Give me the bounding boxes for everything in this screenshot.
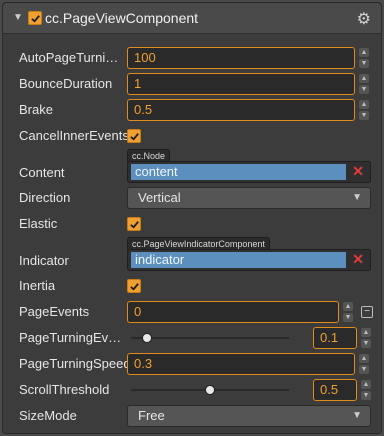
- page-turning-event-timing-input[interactable]: 0.1: [313, 327, 357, 349]
- content-clear-icon[interactable]: ✕: [352, 163, 364, 180]
- scroll-threshold-slider-thumb[interactable]: [205, 385, 215, 395]
- row-brake: Brake 0.5 ▲ ▼: [3, 97, 381, 123]
- row-scroll-threshold: ScrollThreshold 0.5 ▲ ▼: [3, 377, 381, 403]
- stepper-up-icon[interactable]: ▲: [359, 354, 369, 363]
- bounce-duration-label: BounceDuration: [19, 76, 113, 91]
- stepper-up-icon[interactable]: ▲: [359, 48, 369, 57]
- row-auto-page-turning: AutoPageTurnin... 100 ▲ ▼: [3, 45, 381, 71]
- page-events-stepper[interactable]: ▲ ▼: [343, 302, 353, 322]
- brake-stepper[interactable]: ▲ ▼: [359, 100, 369, 120]
- brake-label: Brake: [19, 102, 53, 117]
- chevron-down-icon: ▼: [352, 410, 362, 421]
- checkmark-icon: [30, 14, 40, 23]
- row-direction: Direction Vertical ▼: [3, 185, 381, 211]
- row-indicator: Indicator cc.PageViewIndicatorComponent …: [3, 237, 381, 273]
- row-inertia: Inertia: [3, 273, 381, 299]
- direction-label: Direction: [19, 190, 71, 205]
- bounce-duration-input[interactable]: 1: [127, 73, 355, 95]
- auto-page-turning-stepper[interactable]: ▲ ▼: [359, 48, 369, 68]
- scroll-threshold-label: ScrollThreshold: [19, 382, 110, 397]
- stepper-up-icon[interactable]: ▲: [359, 100, 369, 109]
- row-size-mode: SizeMode Free ▼: [3, 403, 381, 429]
- collapse-minus-icon[interactable]: −: [361, 306, 373, 318]
- size-mode-label: SizeMode: [19, 408, 77, 423]
- inertia-label: Inertia: [19, 278, 56, 293]
- stepper-up-icon[interactable]: ▲: [343, 302, 353, 311]
- row-page-events: PageEvents 0 ▲ ▼ −: [3, 299, 381, 325]
- stepper-down-icon[interactable]: ▼: [359, 365, 369, 374]
- auto-page-turning-input[interactable]: 100: [127, 47, 355, 69]
- cancel-inner-events-checkbox[interactable]: [127, 129, 141, 143]
- stepper-down-icon[interactable]: ▼: [361, 339, 371, 348]
- stepper-up-icon[interactable]: ▲: [359, 74, 369, 83]
- direction-value: Vertical: [138, 190, 181, 205]
- stepper-down-icon[interactable]: ▼: [343, 313, 353, 322]
- stepper-down-icon[interactable]: ▼: [359, 59, 369, 68]
- stepper-up-icon[interactable]: ▲: [361, 380, 371, 389]
- checkmark-icon: [129, 132, 139, 141]
- checkmark-icon: [129, 282, 139, 291]
- checkmark-icon: [129, 220, 139, 229]
- elastic-checkbox[interactable]: [127, 217, 141, 231]
- collapse-arrow-icon[interactable]: ▼: [13, 12, 23, 23]
- row-content: Content cc.Node content ✕: [3, 149, 381, 185]
- brake-input[interactable]: 0.5: [127, 99, 355, 121]
- inspector-panel: ▼ cc.PageViewComponent ⚙ AutoPageTurnin.…: [2, 2, 382, 434]
- page-events-count-input[interactable]: 0: [127, 301, 339, 323]
- content-object-field[interactable]: content ✕: [127, 161, 371, 183]
- auto-page-turning-label: AutoPageTurnin...: [19, 50, 123, 65]
- row-bounce-duration: BounceDuration 1 ▲ ▼: [3, 71, 381, 97]
- indicator-object-value[interactable]: indicator: [131, 252, 346, 268]
- component-header: ▼ cc.PageViewComponent ⚙: [3, 3, 381, 34]
- scroll-threshold-stepper[interactable]: ▲ ▼: [361, 380, 371, 400]
- page-turning-event-timing-slider-track[interactable]: [131, 337, 289, 339]
- stepper-up-icon[interactable]: ▲: [361, 328, 371, 337]
- content-label: Content: [19, 165, 65, 180]
- indicator-object-field[interactable]: indicator ✕: [127, 249, 371, 271]
- bounce-duration-stepper[interactable]: ▲ ▼: [359, 74, 369, 94]
- page-turning-event-timing-slider-thumb[interactable]: [141, 333, 152, 343]
- indicator-clear-icon[interactable]: ✕: [352, 251, 364, 268]
- inertia-checkbox[interactable]: [127, 279, 141, 293]
- page-turning-speed-input[interactable]: 0.3: [127, 353, 355, 375]
- page-turning-speed-label: PageTurningSpeed: [19, 356, 131, 371]
- size-mode-select[interactable]: Free ▼: [127, 405, 371, 427]
- page-turning-event-timing-label: PageTurningEve...: [19, 330, 123, 345]
- stepper-down-icon[interactable]: ▼: [359, 85, 369, 94]
- component-title: cc.PageViewComponent: [45, 10, 199, 26]
- indicator-label: Indicator: [19, 253, 69, 268]
- elastic-label: Elastic: [19, 216, 58, 231]
- gear-icon[interactable]: ⚙: [357, 9, 371, 29]
- component-enabled-checkbox[interactable]: [28, 11, 42, 25]
- row-page-turning-event-timing: PageTurningEve... 0.1 ▲ ▼: [3, 325, 381, 351]
- stepper-down-icon[interactable]: ▼: [359, 111, 369, 120]
- scroll-threshold-input[interactable]: 0.5: [313, 379, 357, 401]
- chevron-down-icon: ▼: [352, 192, 362, 203]
- page-turning-speed-stepper[interactable]: ▲ ▼: [359, 354, 369, 374]
- page-events-label: PageEvents: [19, 304, 90, 319]
- size-mode-value: Free: [138, 408, 165, 423]
- cancel-inner-events-label: CancelInnerEvents: [19, 128, 129, 143]
- direction-select[interactable]: Vertical ▼: [127, 187, 371, 209]
- page-turning-event-timing-stepper[interactable]: ▲ ▼: [361, 328, 371, 348]
- row-page-turning-speed: PageTurningSpeed 0.3 ▲ ▼: [3, 351, 381, 377]
- row-elastic: Elastic: [3, 211, 381, 237]
- stepper-down-icon[interactable]: ▼: [361, 391, 371, 400]
- content-object-value[interactable]: content: [131, 164, 346, 180]
- row-cancel-inner-events: CancelInnerEvents: [3, 123, 381, 149]
